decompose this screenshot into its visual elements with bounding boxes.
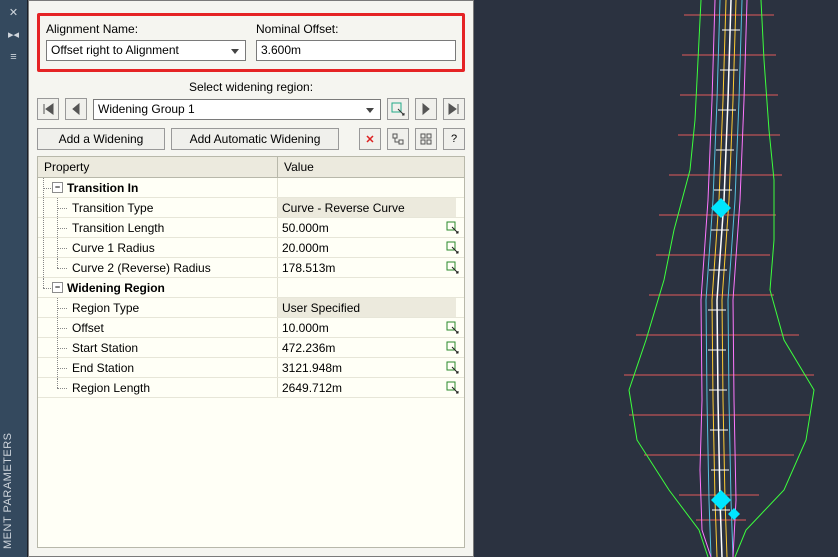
pick-region-icon[interactable] [387,98,409,120]
collapse-icon[interactable]: − [52,182,63,193]
grid-value[interactable]: 178.513m [282,261,335,275]
grid-property-label: Region Type [72,301,139,315]
alignment-name-label: Alignment Name: [46,22,246,36]
pick-in-drawing-icon[interactable] [446,261,460,275]
grid-row: Transition Length 50.000m [38,218,464,238]
grid-view-icon[interactable] [415,128,437,150]
pick-in-drawing-icon[interactable] [446,361,460,375]
grid-row: End Station 3121.948m [38,358,464,378]
grid-property-label: Transition Type [72,201,153,215]
pin-icon[interactable]: ▸◂ [5,26,23,44]
grid-value[interactable]: 472.236m [282,341,335,355]
alignment-name-combo[interactable]: Offset right to Alignment [46,40,246,61]
pick-in-drawing-icon[interactable] [446,341,460,355]
grid-value[interactable]: 50.000m [282,221,329,235]
pick-in-drawing-icon[interactable] [446,321,460,335]
grid-property-label: Curve 2 (Reverse) Radius [72,261,211,275]
property-grid: Property Value −Transition InTransition … [37,156,465,548]
grid-property-label: Transition Length [72,221,164,235]
grid-value-readonly: User Specified [278,298,456,317]
add-widening-button[interactable]: Add a Widening [37,128,165,150]
add-automatic-widening-button[interactable]: Add Automatic Widening [171,128,339,150]
grid-property-label: Curve 1 Radius [72,241,155,255]
delete-icon[interactable]: ✕ [359,128,381,150]
nav-first-icon[interactable] [37,98,59,120]
grid-property-label: Offset [72,321,104,335]
nav-next-icon[interactable] [415,98,437,120]
pick-in-drawing-icon[interactable] [446,241,460,255]
grid-row: Offset 10.000m [38,318,464,338]
drawing-viewport[interactable] [474,0,838,557]
grid-property-label: Region Length [72,381,150,395]
help-icon[interactable]: ? [443,128,465,150]
pick-in-drawing-icon[interactable] [446,221,460,235]
alignment-header-group: Alignment Name: Offset right to Alignmen… [37,13,465,72]
palette-title: MENT PARAMETERS [2,433,14,550]
grid-property-label: End Station [72,361,134,375]
nominal-offset-input[interactable]: 3.600m [256,40,456,61]
palette-strip: ✕ ▸◂ ≡ MENT PARAMETERS [0,0,28,557]
grid-row: Start Station 472.236m [38,338,464,358]
grid-group-label: Transition In [67,181,138,195]
grid-row: Curve 2 (Reverse) Radius 178.513m [38,258,464,278]
nominal-offset-label: Nominal Offset: [256,22,456,36]
pick-in-drawing-icon[interactable] [446,381,460,395]
nav-prev-icon[interactable] [65,98,87,120]
tree-view-icon[interactable] [387,128,409,150]
grid-row: Transition Type Curve - Reverse Curve [38,198,464,218]
widening-group-combo[interactable]: Widening Group 1 [93,99,381,120]
offset-parameters-panel: Alignment Name: Offset right to Alignmen… [28,0,474,557]
grid-group: −Widening Region [38,278,464,298]
grid-row: Region Type User Specified [38,298,464,318]
menu-icon[interactable]: ≡ [5,48,23,66]
grid-property-label: Start Station [72,341,138,355]
grid-group: −Transition In [38,178,464,198]
select-widening-label: Select widening region: [29,80,473,94]
grid-value-readonly: Curve - Reverse Curve [278,198,456,217]
grid-row: Curve 1 Radius 20.000m [38,238,464,258]
grid-group-label: Widening Region [67,281,165,295]
grid-value[interactable]: 3121.948m [282,361,342,375]
grid-value[interactable]: 10.000m [282,321,329,335]
grid-value[interactable]: 20.000m [282,241,329,255]
grid-value[interactable]: 2649.712m [282,381,342,395]
close-icon[interactable]: ✕ [5,4,23,22]
grid-row: Region Length 2649.712m [38,378,464,398]
collapse-icon[interactable]: − [52,282,63,293]
nav-last-icon[interactable] [443,98,465,120]
grid-header-value: Value [278,157,464,177]
grid-header-property: Property [38,157,278,177]
